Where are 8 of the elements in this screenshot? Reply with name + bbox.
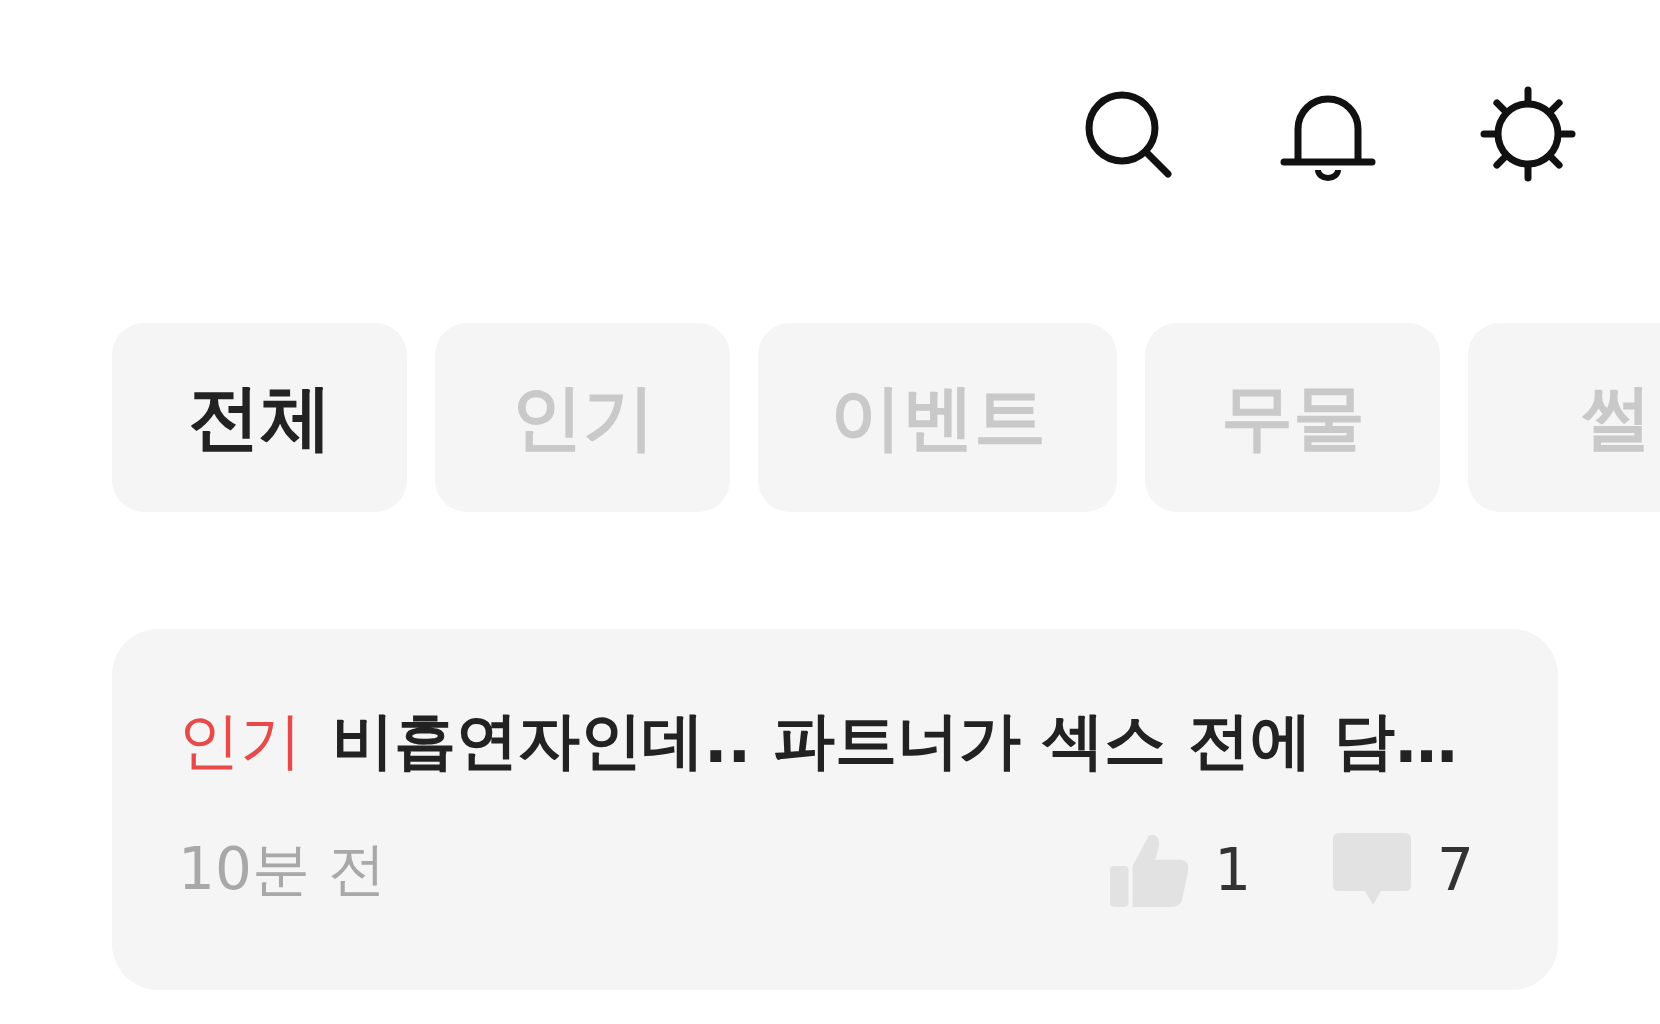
like-count: 1	[1214, 836, 1252, 904]
category-tab[interactable]: 전체	[112, 323, 407, 512]
post-title: 비흡연자인데.. 파트너가 섹스 전에 담…	[332, 703, 1458, 779]
post-tag: 인기	[178, 699, 302, 783]
post-card[interactable]: 인기 비흡연자인데.. 파트너가 섹스 전에 담… 10분 전 1 7	[112, 629, 1558, 990]
settings-icon[interactable]	[1478, 84, 1578, 184]
comment-count: 7	[1437, 836, 1474, 904]
post-time: 10분 전	[178, 834, 388, 905]
